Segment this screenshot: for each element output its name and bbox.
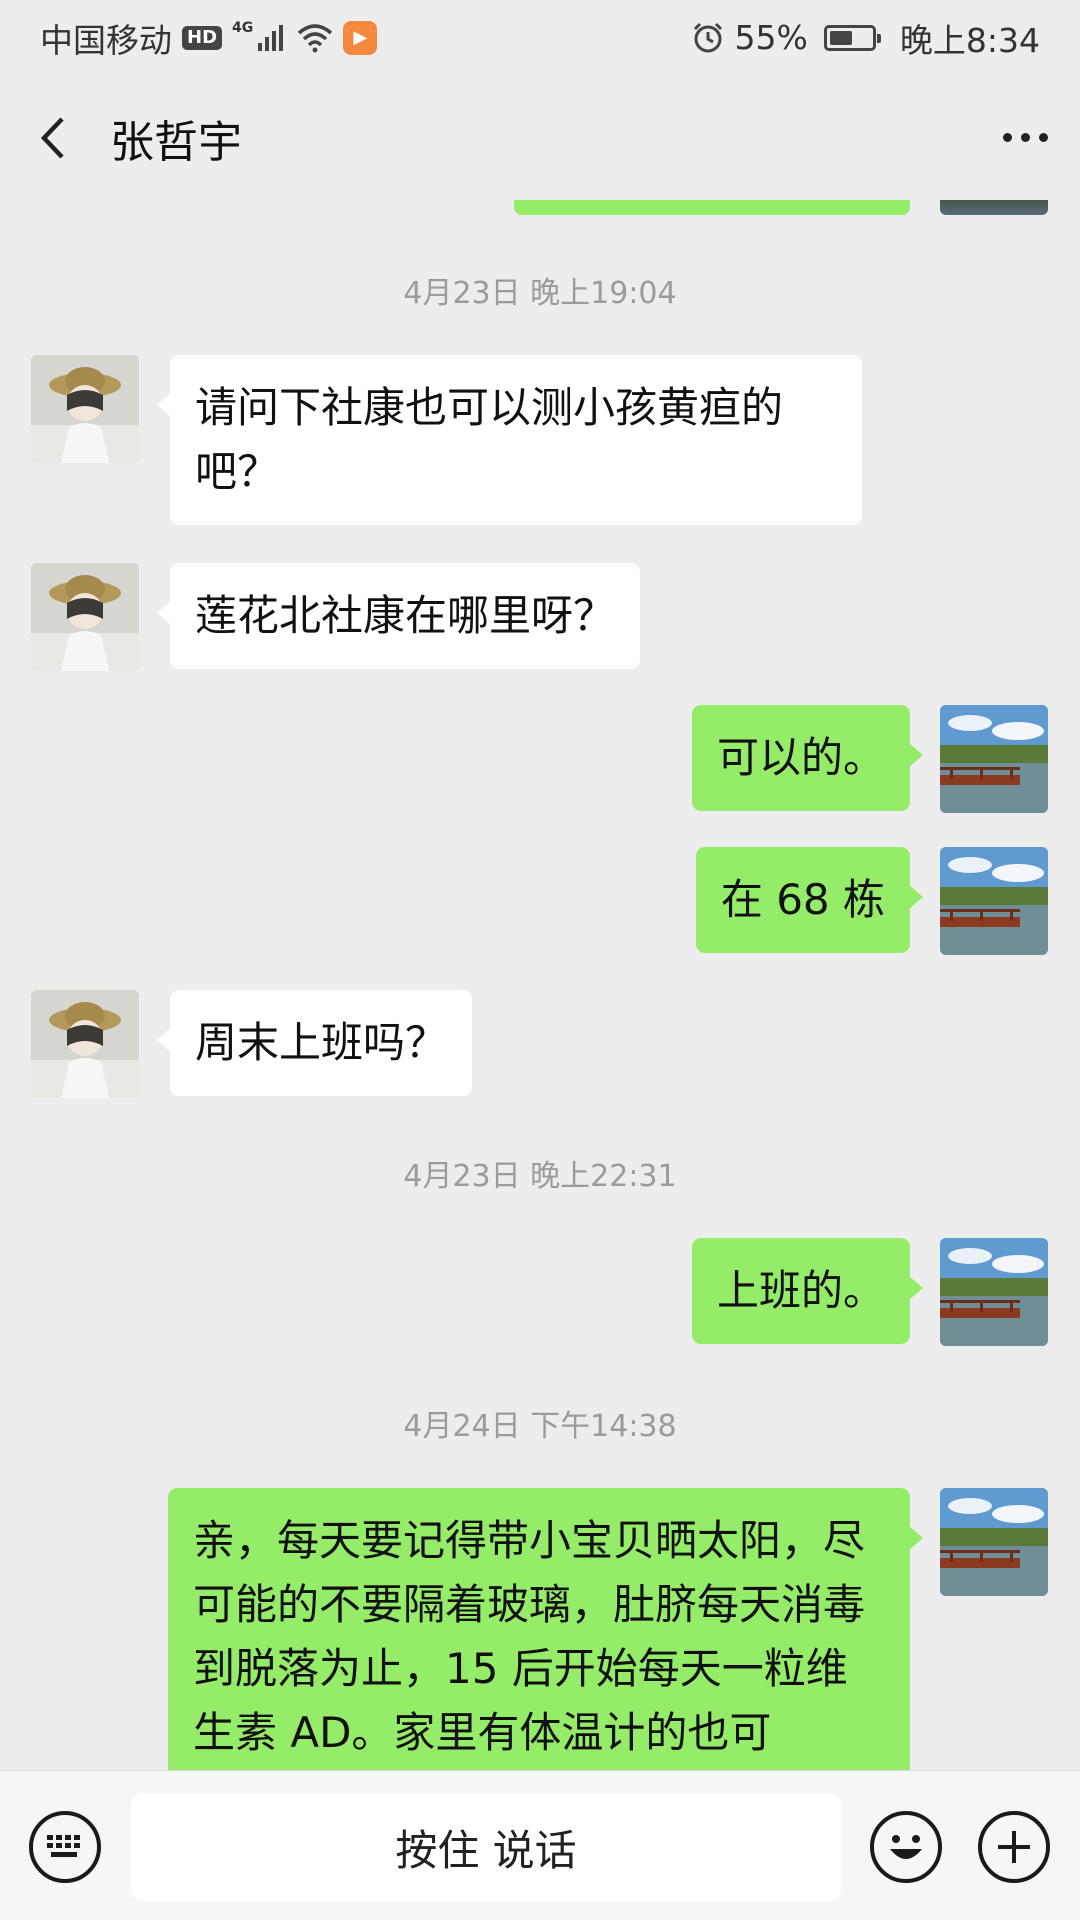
input-bar: 按住 说话: [0, 1770, 1080, 1920]
more-functions-button[interactable]: [978, 1811, 1050, 1883]
carrier-label: 中国移动: [40, 20, 172, 60]
outgoing-message-bubble[interactable]: 可以的。: [691, 705, 924, 811]
outgoing-message-bubble[interactable]: 在 68 栋: [695, 847, 924, 953]
status-bar-right: 55% 晚上8:34: [691, 14, 1040, 62]
my-avatar[interactable]: [940, 1238, 1048, 1346]
chat-header: 张哲宇: [0, 75, 1080, 200]
video-app-icon: ▶: [343, 20, 378, 55]
alarm-icon: [693, 22, 722, 52]
avatar-image: [940, 847, 1048, 955]
outgoing-message-bubble[interactable]: 上班的。: [691, 1238, 924, 1344]
chevron-left-icon: [40, 116, 64, 159]
message-list[interactable]: 4月23日 晚上19:04 请问下社康也可以测小孩黄疸的吧？ 莲花北社康在哪里呀…: [0, 200, 1080, 1770]
hold-to-talk-button[interactable]: 按住 说话: [131, 1793, 841, 1901]
my-avatar[interactable]: [940, 1488, 1048, 1596]
contact-avatar[interactable]: [31, 355, 139, 463]
avatar-image: [940, 1488, 1048, 1596]
contact-avatar[interactable]: [31, 990, 139, 1098]
plus-icon: [998, 1831, 1030, 1863]
timestamp: 4月23日 晚上22:31: [403, 1159, 677, 1194]
status-bar-left: 中国移动 HD 4G ▶: [40, 14, 378, 62]
timestamp: 4月23日 晚上19:04: [403, 276, 677, 311]
avatar-image: [940, 705, 1048, 813]
my-avatar[interactable]: [940, 847, 1048, 955]
incoming-message-bubble[interactable]: 莲花北社康在哪里呀？: [156, 563, 641, 669]
more-button[interactable]: [970, 75, 1080, 200]
signal-icon: [258, 24, 284, 51]
incoming-message-bubble[interactable]: 周末上班吗？: [156, 990, 473, 1096]
page-title: 张哲宇: [110, 116, 242, 168]
incoming-message-bubble[interactable]: 请问下社康也可以测小孩黄疸的吧？: [157, 355, 862, 525]
keyboard-icon: [47, 1835, 80, 1857]
my-avatar[interactable]: [940, 705, 1048, 813]
avatar-image: [31, 990, 139, 1098]
avatar-image: [31, 563, 139, 671]
clock: 晚上8:34: [899, 20, 1040, 60]
keyboard-button[interactable]: [29, 1811, 101, 1883]
partial-avatar[interactable]: [940, 200, 1048, 215]
battery-icon: [823, 24, 881, 51]
emoji-icon: [890, 1835, 922, 1859]
more-dots-icon: [1002, 133, 1048, 142]
hd-badge: HD: [182, 25, 223, 50]
status-bar: 中国移动 HD 4G ▶ 55% 晚上8:34: [0, 0, 1080, 75]
contact-avatar[interactable]: [31, 563, 139, 671]
avatar-image: [940, 1238, 1048, 1346]
emoji-button[interactable]: [870, 1811, 942, 1883]
wifi-icon: [298, 23, 333, 52]
battery-level: [829, 30, 852, 45]
back-button[interactable]: [4, 75, 104, 200]
partial-message-bubble[interactable]: [514, 200, 910, 215]
avatar-image: [31, 355, 139, 463]
network-type: 4G: [232, 19, 254, 36]
outgoing-message-bubble[interactable]: 亲，每天要记得带小宝贝晒太阳，尽可能的不要隔着玻璃，肚脐每天消毒到脱落为止，15…: [168, 1488, 923, 1770]
timestamp: 4月24日 下午14:38: [403, 1409, 677, 1444]
battery-percent: 55%: [734, 18, 808, 57]
